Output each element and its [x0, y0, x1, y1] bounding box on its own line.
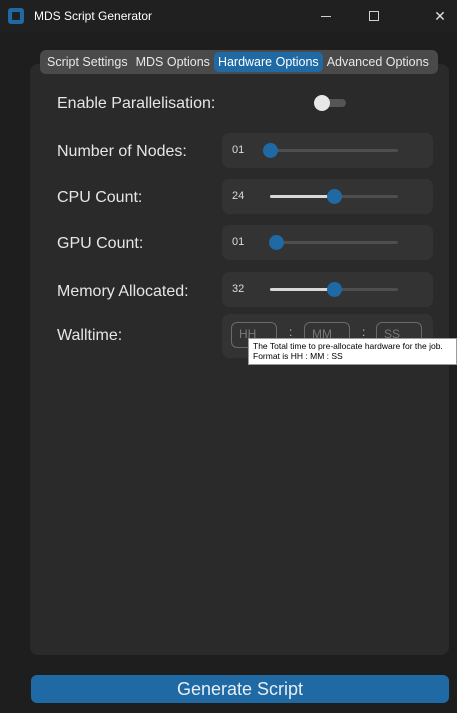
nodes-field: 01 — [222, 133, 433, 168]
cpu-slider-knob[interactable] — [327, 189, 342, 204]
parallelisation-toggle[interactable] — [314, 95, 346, 111]
nodes-label: Number of Nodes: — [57, 143, 187, 160]
gpu-label: GPU Count: — [57, 235, 144, 252]
tab-advanced-options[interactable]: Advanced Options — [323, 52, 433, 72]
gpu-slider-knob[interactable] — [269, 235, 285, 250]
tab-hardware-options[interactable]: Hardware Options — [213, 52, 323, 72]
memory-label: Memory Allocated: — [57, 283, 189, 300]
tooltip-line-1: The Total time to pre-allocate hardware … — [253, 341, 443, 351]
maximize-icon — [369, 11, 379, 21]
window-title: MDS Script Generator — [34, 9, 153, 23]
title-bar: MDS Script Generator ✕ — [0, 0, 457, 32]
walltime-separator: : — [362, 325, 366, 339]
maximize-button[interactable] — [354, 0, 394, 32]
memory-field: 32 — [222, 272, 433, 307]
walltime-label: Walltime: — [57, 327, 123, 344]
minimize-icon — [321, 15, 331, 17]
memory-slider-knob[interactable] — [327, 282, 342, 297]
gpu-field: 01 — [222, 225, 433, 260]
memory-slider[interactable] — [270, 282, 398, 297]
gpu-value: 01 — [232, 236, 245, 248]
cpu-value: 24 — [232, 190, 245, 202]
close-icon: ✕ — [434, 7, 446, 24]
cpu-slider-fill — [270, 195, 334, 198]
cpu-field: 24 — [222, 179, 433, 214]
nodes-value: 01 — [232, 144, 245, 156]
nodes-slider-knob[interactable] — [263, 143, 278, 158]
cpu-slider[interactable] — [270, 189, 398, 204]
nodes-slider[interactable] — [263, 143, 398, 158]
tab-mds-options[interactable]: MDS Options — [132, 52, 214, 72]
memory-slider-fill — [270, 288, 334, 291]
memory-value: 32 — [232, 283, 245, 295]
walltime-separator: : — [289, 325, 293, 339]
tab-script-settings[interactable]: Script Settings — [43, 52, 132, 72]
minimize-button[interactable] — [306, 0, 346, 32]
tab-bar: Script Settings MDS Options Hardware Opt… — [40, 50, 438, 74]
gpu-slider[interactable] — [269, 235, 398, 250]
toggle-knob — [314, 95, 330, 111]
generate-script-button[interactable]: Generate Script — [31, 675, 449, 703]
cpu-label: CPU Count: — [57, 189, 143, 206]
parallelisation-label: Enable Parallelisation: — [57, 95, 216, 112]
app-icon — [8, 8, 24, 24]
walltime-tooltip: The Total time to pre-allocate hardware … — [248, 338, 457, 365]
close-button[interactable]: ✕ — [420, 0, 457, 32]
tooltip-line-2: Format is HH : MM : SS — [253, 351, 343, 361]
